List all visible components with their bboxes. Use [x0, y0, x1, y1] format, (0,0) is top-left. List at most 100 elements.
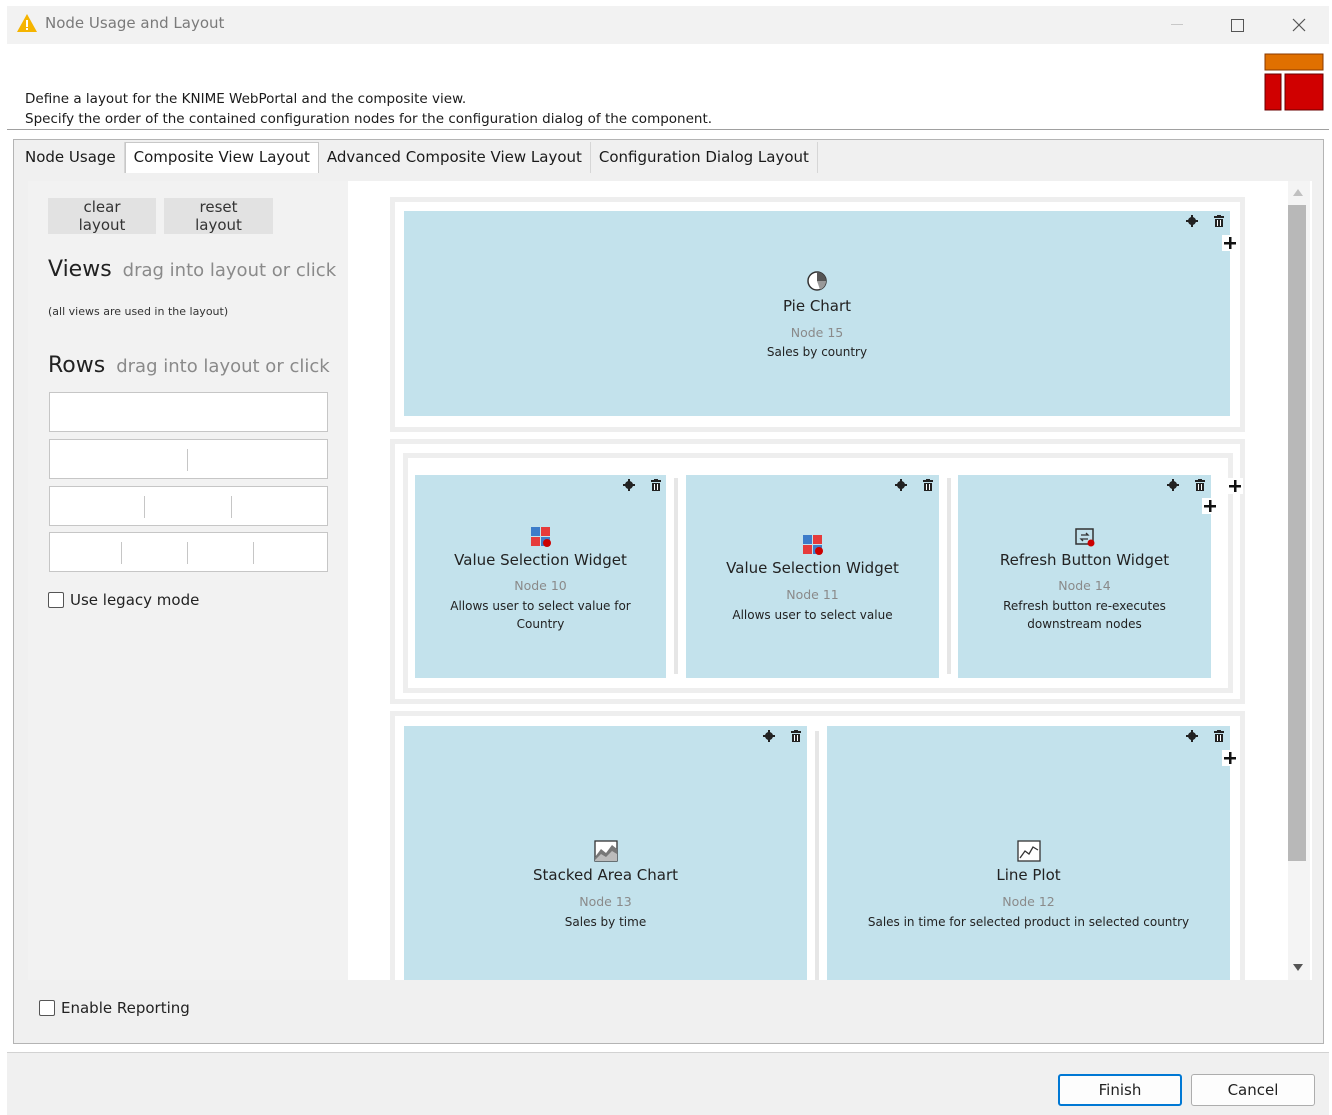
- views-note: (all views are used in the layout): [48, 305, 229, 318]
- view-title: Value Selection Widget: [454, 551, 627, 569]
- view-node-id: Node 15: [790, 325, 844, 340]
- gear-icon: [623, 479, 635, 491]
- cell-delete-button[interactable]: [1212, 729, 1226, 743]
- scrollbar-thumb[interactable]: [1288, 205, 1306, 861]
- trash-icon: [1195, 479, 1205, 491]
- plus-icon: [1224, 237, 1236, 249]
- rows-heading: Rows drag into layout or click: [48, 353, 330, 378]
- view-description: Allows user to select value: [732, 608, 893, 622]
- view-cell-line-plot[interactable]: Line Plot Node 12 Sales in time for sele…: [827, 726, 1238, 980]
- trash-icon: [1214, 730, 1224, 742]
- trash-icon: [1214, 215, 1224, 227]
- gear-icon: [1186, 730, 1198, 742]
- cancel-button[interactable]: Cancel: [1191, 1074, 1315, 1106]
- view-cell-stacked-area-chart[interactable]: Stacked Area Chart Node 13 Sales by time: [404, 726, 807, 980]
- view-node-id: Node 14: [1058, 578, 1111, 593]
- add-column-button[interactable]: [1222, 235, 1238, 251]
- layout-row-2: Value Selection Widget Node 10 Allows us…: [390, 439, 1245, 704]
- column-resizer[interactable]: [674, 478, 678, 674]
- finish-button[interactable]: Finish: [1058, 1074, 1182, 1106]
- tab-configuration-dialog-layout[interactable]: Configuration Dialog Layout: [590, 142, 818, 173]
- view-cell-pie-chart[interactable]: Pie Chart Node 15 Sales by country: [404, 211, 1238, 416]
- maximize-icon: [1230, 18, 1244, 32]
- maximize-button[interactable]: [1207, 6, 1267, 44]
- tab-bar: Node Usage Composite View Layout Advance…: [17, 142, 818, 173]
- column-resizer[interactable]: [815, 731, 819, 980]
- clear-layout-button[interactable]: clear layout: [48, 198, 156, 234]
- view-cell-refresh-button[interactable]: Refresh Button Widget Node 14 Refresh bu…: [958, 475, 1218, 678]
- cell-settings-button[interactable]: [762, 729, 776, 743]
- trash-icon: [651, 479, 661, 491]
- view-description: Refresh button re-executes downstream no…: [1003, 599, 1166, 631]
- value-selection-icon: [530, 527, 551, 547]
- view-title: Refresh Button Widget: [999, 551, 1170, 569]
- gear-icon: [895, 479, 907, 491]
- view-description: Sales by country: [766, 345, 868, 359]
- minimize-button[interactable]: [1147, 6, 1207, 44]
- row-template-2-columns[interactable]: [49, 439, 328, 479]
- cell-settings-button[interactable]: [1185, 214, 1199, 228]
- gear-icon: [763, 730, 775, 742]
- legacy-mode-option[interactable]: Use legacy mode: [48, 591, 199, 609]
- legacy-mode-checkbox[interactable]: [48, 592, 64, 608]
- trash-icon: [791, 730, 801, 742]
- enable-reporting-checkbox[interactable]: [39, 1000, 55, 1016]
- views-hint: drag into layout or click: [122, 260, 337, 281]
- view-node-id: Node 11: [786, 587, 839, 602]
- gear-icon: [1167, 479, 1179, 491]
- value-selection-icon: [802, 535, 823, 555]
- cell-delete-button[interactable]: [1212, 214, 1226, 228]
- nested-row: Value Selection Widget Node 10 Allows us…: [403, 453, 1233, 693]
- column-resizer[interactable]: [947, 478, 951, 674]
- tab-composite-view-layout[interactable]: Composite View Layout: [124, 142, 319, 173]
- scroll-down-arrow-icon[interactable]: [1293, 964, 1303, 971]
- layout-toolbox: clear layout reset layout Views drag int…: [28, 181, 348, 980]
- cell-delete-button[interactable]: [1193, 478, 1207, 492]
- stacked-area-chart-icon: [593, 840, 618, 862]
- view-cell-value-selection-11[interactable]: Value Selection Widget Node 11 Allows us…: [686, 475, 939, 678]
- cell-delete-button[interactable]: [649, 478, 663, 492]
- add-column-button[interactable]: [1227, 478, 1243, 494]
- view-node-id: Node 13: [579, 894, 632, 909]
- tab-advanced-composite-view-layout[interactable]: Advanced Composite View Layout: [318, 142, 591, 173]
- tab-node-usage[interactable]: Node Usage: [17, 142, 125, 173]
- cell-settings-button[interactable]: [894, 478, 908, 492]
- cell-delete-button[interactable]: [789, 729, 803, 743]
- reset-layout-button[interactable]: reset layout: [164, 198, 273, 234]
- refresh-button-icon: [1074, 528, 1094, 547]
- cell-settings-button[interactable]: [1166, 478, 1180, 492]
- view-description: Allows user to select value for Country: [450, 599, 631, 631]
- rows-hint: drag into layout or click: [116, 356, 330, 377]
- row-template-1-column[interactable]: [49, 392, 328, 432]
- view-node-id: Node 12: [1002, 894, 1055, 909]
- views-heading: Views drag into layout or click: [48, 257, 336, 282]
- cell-delete-button[interactable]: [921, 478, 935, 492]
- plus-icon: [1224, 752, 1236, 764]
- row-template-3-columns[interactable]: [49, 486, 328, 526]
- close-icon: [1292, 18, 1306, 32]
- dialog-description: Define a layout for the KNIME WebPortal …: [25, 89, 712, 129]
- view-description: Sales by time: [564, 915, 647, 929]
- enable-reporting-option[interactable]: Enable Reporting: [39, 999, 190, 1017]
- description-line-1: Define a layout for the KNIME WebPortal …: [25, 91, 467, 107]
- plus-icon: [1229, 480, 1241, 492]
- scroll-up-arrow-icon[interactable]: [1293, 189, 1303, 196]
- layout-editor: clear layout reset layout Views drag int…: [28, 181, 1312, 980]
- cell-settings-button[interactable]: [622, 478, 636, 492]
- plus-icon: [1204, 500, 1216, 512]
- gear-icon: [1186, 215, 1198, 227]
- add-column-button[interactable]: [1222, 750, 1238, 766]
- row-template-4-columns[interactable]: [49, 532, 328, 572]
- view-cell-value-selection-10[interactable]: Value Selection Widget Node 10 Allows us…: [415, 475, 666, 678]
- close-button[interactable]: [1269, 6, 1329, 44]
- legacy-mode-label: Use legacy mode: [70, 591, 200, 609]
- cell-settings-button[interactable]: [1185, 729, 1199, 743]
- enable-reporting-label: Enable Reporting: [61, 999, 190, 1017]
- rows-title: Rows: [48, 353, 106, 378]
- minimize-icon: [1171, 24, 1183, 25]
- view-title: Stacked Area Chart: [532, 866, 679, 884]
- add-column-button[interactable]: [1202, 498, 1218, 514]
- header-separator: [7, 129, 1329, 130]
- trash-icon: [923, 479, 933, 491]
- layout-row-3: Stacked Area Chart Node 13 Sales by time…: [390, 711, 1245, 980]
